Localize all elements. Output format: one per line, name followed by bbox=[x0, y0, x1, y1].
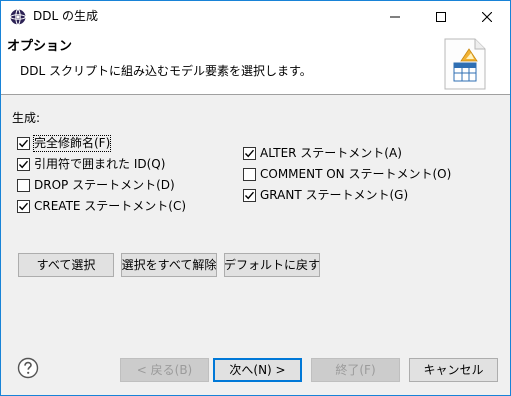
checkbox-create-statements[interactable]: CREATE ステートメント(C) bbox=[17, 198, 186, 214]
checkbox-fully-qualified-names[interactable]: 完全修飾名(F) bbox=[17, 134, 112, 152]
select-all-button[interactable]: すべて選択 bbox=[18, 253, 114, 277]
title-bar: DDL の生成 bbox=[1, 1, 510, 32]
checkbox-grant-statements[interactable]: GRANT ステートメント(G) bbox=[243, 187, 408, 203]
next-button[interactable]: 次へ(N) > bbox=[213, 358, 302, 382]
finish-button[interactable]: 終了(F) bbox=[311, 358, 400, 382]
checkbox-box[interactable] bbox=[243, 146, 256, 160]
help-icon[interactable] bbox=[17, 357, 39, 379]
page-title: オプション bbox=[7, 39, 73, 54]
checkbox-label: GRANT ステートメント(G) bbox=[260, 187, 409, 202]
app-icon bbox=[10, 9, 26, 25]
checkbox-label: CREATE ステートメント(C) bbox=[34, 198, 187, 213]
checkbox-box[interactable] bbox=[17, 136, 30, 150]
checkbox-label: DROP ステートメント(D) bbox=[34, 177, 175, 192]
window-title: DDL の生成 bbox=[33, 9, 98, 23]
checkbox-label: 引用符で囲まれた ID(Q) bbox=[34, 156, 166, 171]
checkbox-drop-statements[interactable]: DROP ステートメント(D) bbox=[17, 177, 175, 193]
generate-section-label: 生成: bbox=[12, 111, 41, 125]
checkbox-label: COMMENT ON ステートメント(O) bbox=[260, 166, 452, 181]
restore-defaults-button[interactable]: デフォルトに戻す bbox=[224, 253, 320, 277]
close-button[interactable] bbox=[464, 1, 510, 32]
checkbox-label: 完全修飾名(F) bbox=[32, 134, 112, 152]
ddl-generation-dialog: DDL の生成 オプション DDL スクリプトに組み込むモデル要素を選択します。 bbox=[0, 0, 511, 396]
close-icon bbox=[482, 11, 492, 22]
checkbox-box[interactable] bbox=[243, 167, 256, 181]
checkbox-label: ALTER ステートメント(A) bbox=[260, 145, 402, 160]
minimize-icon bbox=[390, 16, 400, 17]
checkbox-box[interactable] bbox=[17, 178, 30, 192]
deselect-all-button[interactable]: 選択をすべて解除 bbox=[121, 253, 217, 277]
checkbox-comment-on-statements[interactable]: COMMENT ON ステートメント(O) bbox=[243, 166, 451, 182]
cancel-button[interactable]: キャンセル bbox=[409, 358, 498, 382]
page-description: DDL スクリプトに組み込むモデル要素を選択します。 bbox=[20, 64, 312, 78]
checkbox-box[interactable] bbox=[17, 157, 30, 171]
wizard-banner: オプション DDL スクリプトに組み込むモデル要素を選択します。 bbox=[1, 32, 510, 94]
back-button[interactable]: < 戻る(B) bbox=[120, 358, 209, 382]
maximize-button[interactable] bbox=[418, 1, 464, 32]
ddl-document-icon bbox=[441, 37, 489, 91]
checkbox-box[interactable] bbox=[243, 188, 256, 202]
checkbox-alter-statements[interactable]: ALTER ステートメント(A) bbox=[243, 145, 402, 161]
checkbox-quoted-identifiers[interactable]: 引用符で囲まれた ID(Q) bbox=[17, 156, 165, 172]
maximize-icon bbox=[436, 11, 446, 22]
banner-separator bbox=[1, 94, 510, 95]
minimize-button[interactable] bbox=[372, 1, 418, 32]
checkbox-box[interactable] bbox=[17, 199, 30, 213]
